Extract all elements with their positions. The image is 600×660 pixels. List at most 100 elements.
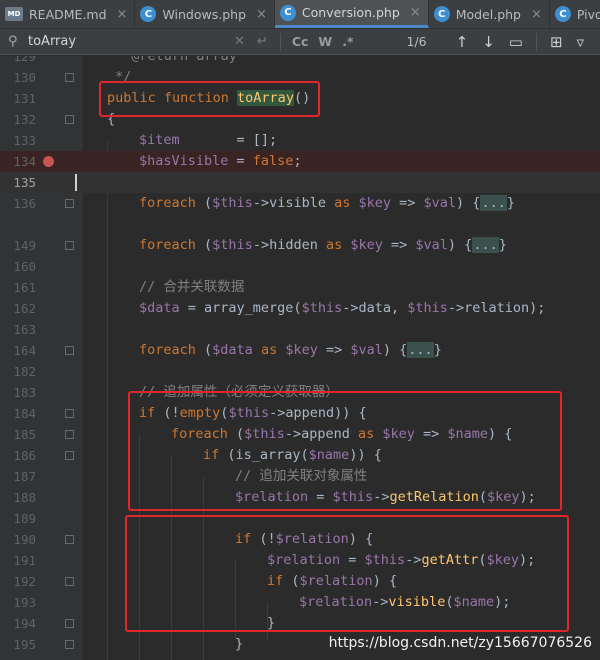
line-number: 184 — [13, 406, 36, 421]
line-number: 160 — [13, 259, 36, 274]
select-all-occurrences-icon[interactable]: ▭ — [509, 33, 523, 51]
breakpoint-icon[interactable] — [43, 156, 54, 167]
line-number: 133 — [13, 133, 36, 148]
filter-icon[interactable]: ▿ — [577, 33, 585, 51]
code-text: foreach ($this->hidden as $key => $val) … — [139, 237, 507, 253]
line-number: 185 — [13, 427, 36, 442]
line-number: 192 — [13, 574, 36, 589]
line-number: 194 — [13, 616, 36, 631]
fold-marker-icon[interactable] — [65, 535, 74, 544]
markdown-file-icon: MD — [5, 7, 23, 21]
code-line[interactable]: 149 foreach ($this->hidden as $key => $v… — [0, 235, 600, 256]
code-editor[interactable]: 129 * @return array 130 */ 131 public fu… — [0, 56, 600, 660]
code-line[interactable]: 182 — [0, 361, 600, 382]
php-class-icon: C — [279, 4, 296, 21]
match-counter: 1/6 — [406, 34, 427, 49]
line-number: 193 — [13, 595, 36, 610]
line-number: 135 — [13, 175, 36, 190]
fold-marker-icon[interactable] — [65, 115, 74, 124]
previous-match-icon[interactable]: ↑ — [456, 33, 469, 51]
line-number: 136 — [13, 196, 36, 211]
close-icon[interactable]: × — [410, 5, 421, 20]
line-number: 164 — [13, 343, 36, 358]
code-text: foreach ($this->visible as $key => $val)… — [139, 195, 515, 211]
line-number: 191 — [13, 553, 36, 568]
folded-code-pill: ... — [472, 237, 499, 253]
line-number: 161 — [13, 280, 36, 295]
tab-label: Model.php — [455, 6, 521, 22]
code-line[interactable]: 133 $item = []; — [0, 130, 600, 151]
code-text: $hasVisible = false; — [139, 153, 302, 169]
annotation-box-toarray — [99, 81, 320, 117]
tab-label: Pivot.php — [576, 6, 600, 22]
php-class-icon: C — [140, 6, 157, 22]
clear-search-icon[interactable]: ✕ — [234, 34, 245, 49]
php-class-icon: C — [433, 6, 450, 22]
line-number: 162 — [13, 301, 36, 316]
code-line-breakpoint[interactable]: 134 $hasVisible = false; — [0, 151, 600, 172]
divider — [279, 32, 281, 51]
whole-words-toggle[interactable]: W — [318, 34, 332, 49]
fold-marker-icon[interactable] — [65, 640, 74, 649]
line-number: 186 — [13, 448, 36, 463]
code-comment: // 合并关联数据 — [139, 279, 245, 295]
code-line[interactable]: 161 // 合并关联数据 — [0, 277, 600, 298]
editor-tab-bar: MD README.md × C Windows.php × C Convers… — [0, 0, 600, 29]
tab-pivot[interactable]: C Pivot.php — [550, 0, 600, 28]
code-text: foreach ($data as $key => $val) {...} — [139, 342, 442, 358]
line-number: 163 — [13, 322, 36, 337]
text-cursor — [75, 174, 77, 191]
next-match-icon[interactable]: ↓ — [482, 33, 495, 51]
regex-toggle[interactable]: .* — [342, 34, 353, 49]
code-text: $item = []; — [139, 132, 278, 148]
new-line-icon[interactable]: ↵ — [257, 34, 268, 49]
fold-marker-icon[interactable] — [65, 346, 74, 355]
line-number: 149 — [13, 238, 36, 253]
tab-windows[interactable]: C Windows.php × — [135, 0, 275, 28]
line-number: 129 — [13, 56, 36, 64]
line-number: 195 — [13, 637, 36, 652]
fold-marker-icon[interactable] — [65, 577, 74, 586]
line-number: 190 — [13, 532, 36, 547]
annotation-box-append — [128, 391, 562, 511]
code-text: } — [235, 636, 244, 652]
folded-code-pill: ... — [480, 195, 507, 211]
tab-model[interactable]: C Model.php × — [429, 0, 550, 28]
close-icon[interactable]: × — [256, 7, 267, 22]
divider — [535, 32, 537, 51]
fold-marker-icon[interactable] — [65, 430, 74, 439]
code-line[interactable]: 160 — [0, 256, 600, 277]
folded-code-pill: ... — [407, 342, 434, 358]
search-icon[interactable]: ⚲ — [8, 34, 28, 49]
code-line[interactable]: 164 foreach ($data as $key => $val) {...… — [0, 340, 600, 361]
line-number: 132 — [13, 112, 36, 127]
php-class-icon: C — [554, 6, 571, 22]
fold-marker-icon[interactable] — [65, 199, 74, 208]
line-number: 188 — [13, 490, 36, 505]
line-number: 189 — [13, 511, 36, 526]
fold-marker-icon[interactable] — [65, 451, 74, 460]
code-line[interactable]: 136 foreach ($this->visible as $key => $… — [0, 193, 600, 214]
code-line-current[interactable]: 135 — [0, 172, 600, 193]
line-number: 187 — [13, 469, 36, 484]
fold-marker-icon[interactable] — [65, 73, 74, 82]
match-case-toggle[interactable]: Cc — [292, 34, 309, 49]
line-number: 130 — [13, 70, 36, 85]
tab-label: Conversion.php — [301, 5, 400, 20]
code-line[interactable]: 163 — [0, 319, 600, 340]
code-text: $data = array_merge($this->data, $this->… — [139, 300, 546, 316]
tab-readme[interactable]: MD README.md × — [0, 0, 136, 28]
close-icon[interactable]: × — [531, 7, 542, 22]
code-line[interactable]: 129 * @return array — [0, 56, 600, 67]
search-input[interactable]: toArray — [28, 34, 228, 49]
fold-marker-icon[interactable] — [65, 619, 74, 628]
close-icon[interactable]: × — [117, 7, 128, 22]
tab-label: README.md — [29, 6, 107, 22]
line-number: 182 — [13, 364, 36, 379]
tab-label: Windows.php — [162, 6, 247, 22]
add-selection-icon[interactable]: ⊞ — [550, 33, 563, 51]
code-line[interactable]: 162 $data = array_merge($this->data, $th… — [0, 298, 600, 319]
tab-conversion[interactable]: C Conversion.php × — [274, 0, 429, 28]
fold-marker-icon[interactable] — [65, 241, 74, 250]
fold-marker-icon[interactable] — [65, 409, 74, 418]
